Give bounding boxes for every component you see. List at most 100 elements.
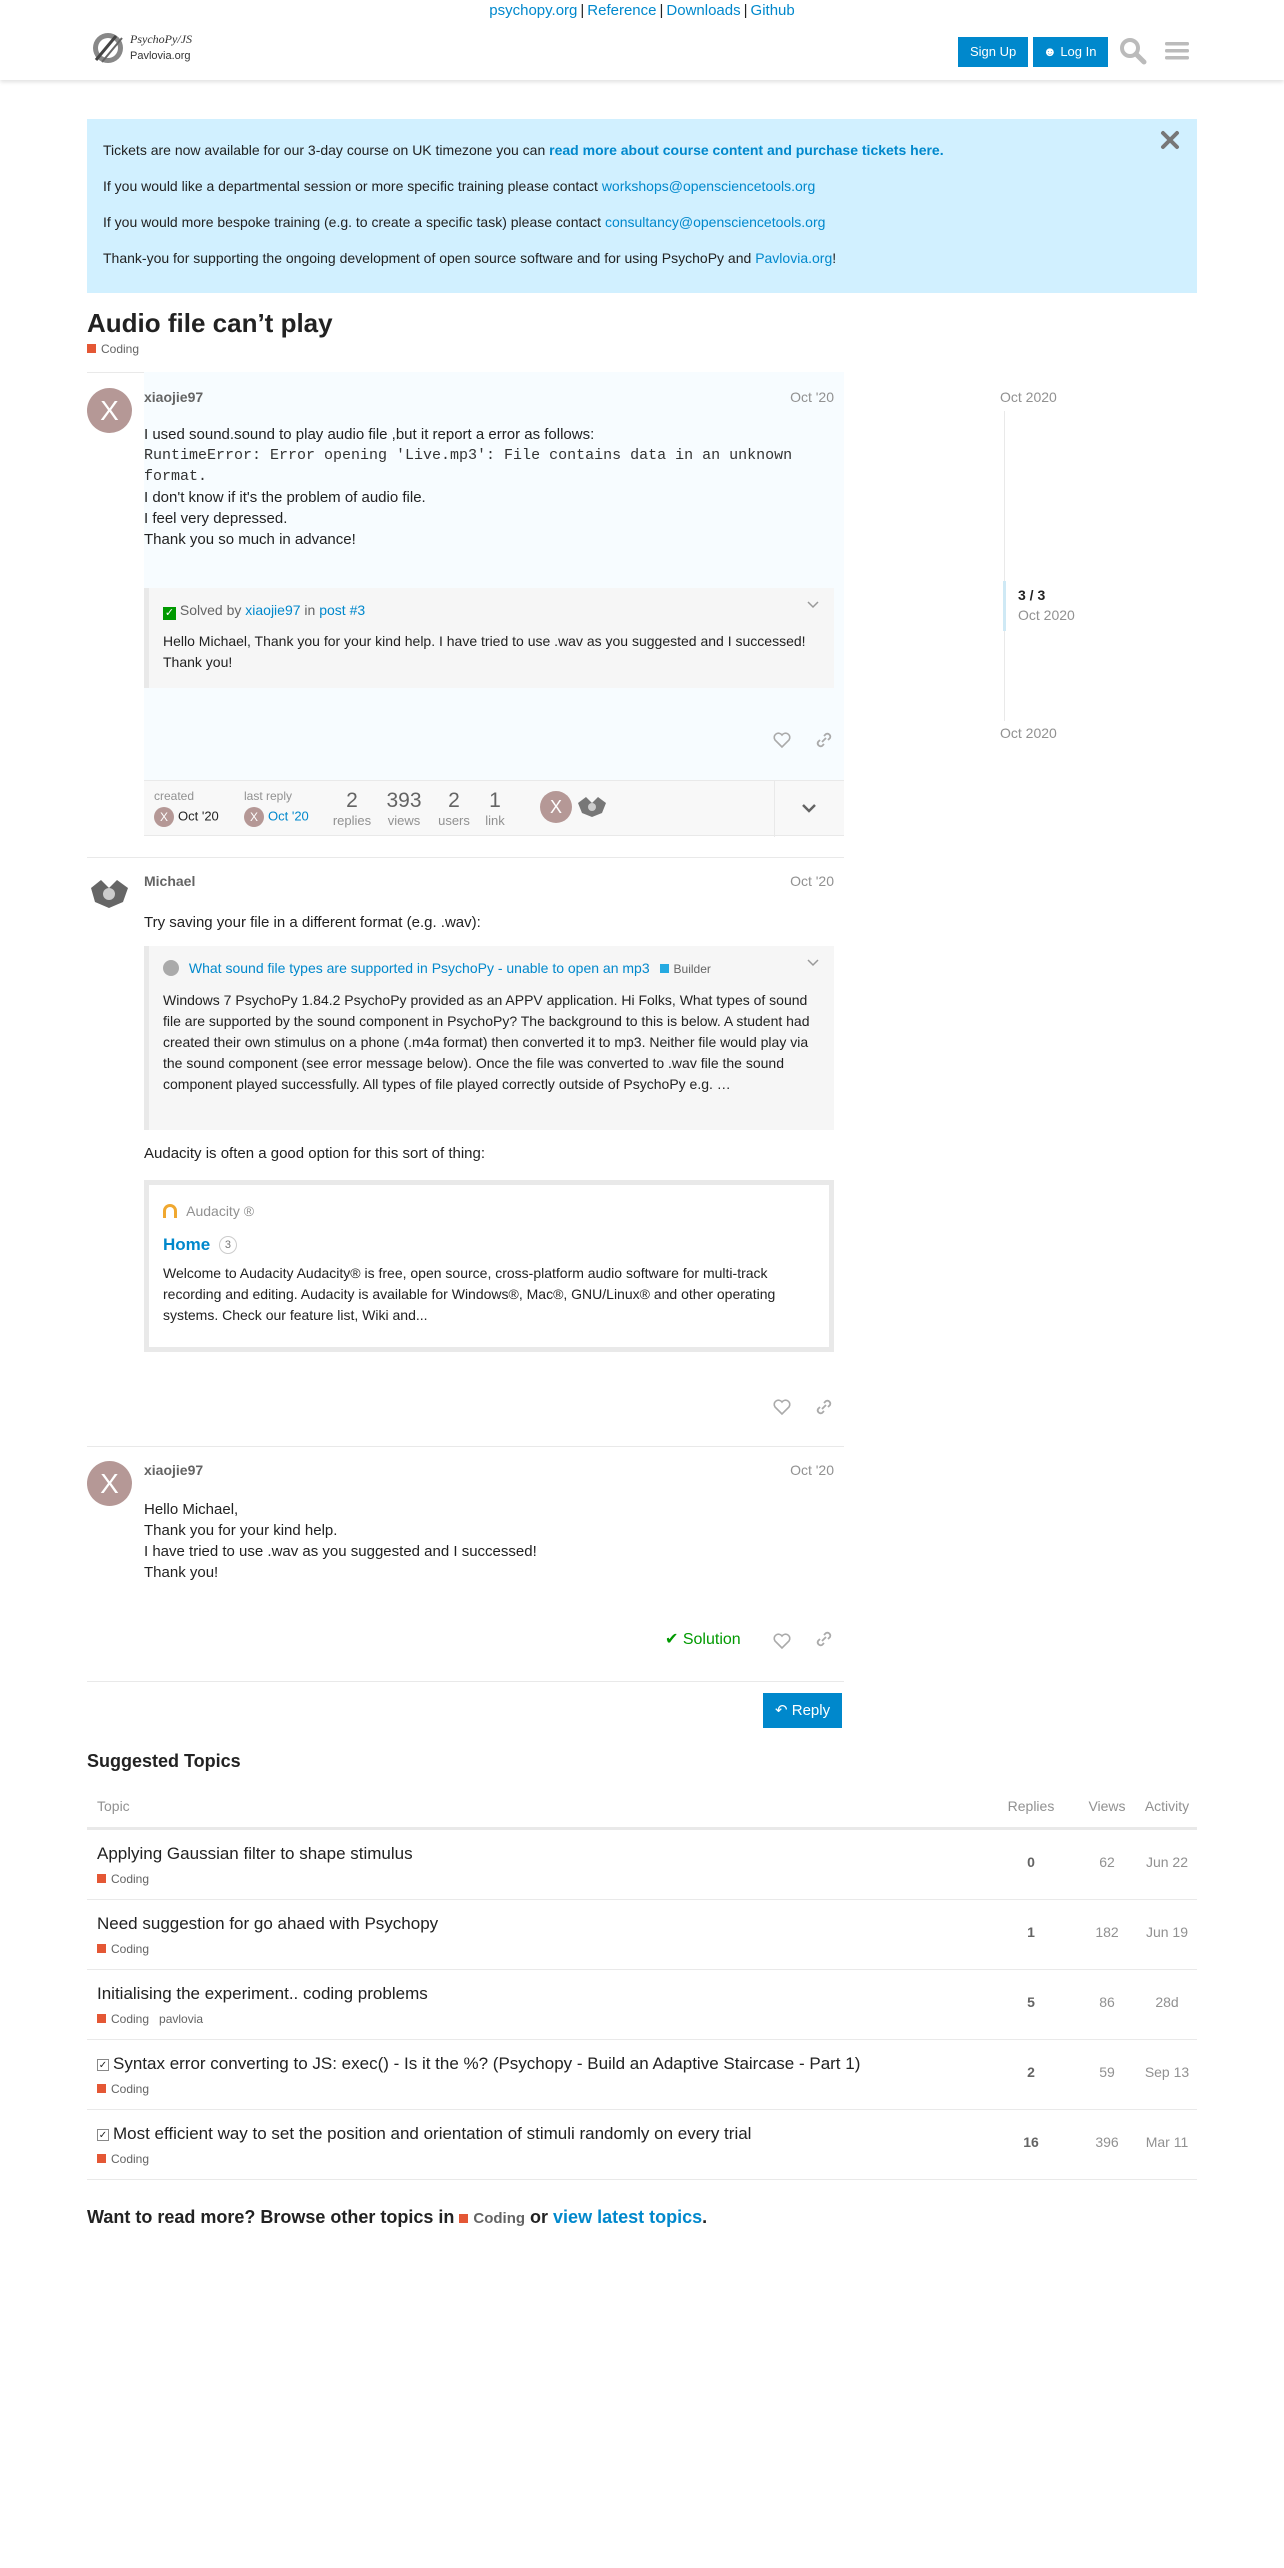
pavlovia-link[interactable]: Pavlovia.org [755,250,832,266]
table-row[interactable]: Need suggestion for go ahaed with Psycho… [87,1900,1197,1970]
login-button[interactable]: ☻ Log In [1033,37,1109,67]
column-activity[interactable]: Activity [1132,1798,1202,1814]
logo-icon [93,33,123,63]
topic-category-badge[interactable]: Coding [97,2082,149,2096]
solution-button[interactable]: ✔ Solution [665,1629,741,1649]
topic-link[interactable]: ✓ Most efficient way to set the position … [97,2124,751,2144]
post-1: X xiaojie97 Oct '20 I used sound.sound t… [87,372,844,848]
share-link-icon[interactable] [814,730,834,750]
category-color-swatch [459,2214,469,2223]
footer-category-link[interactable]: Coding [459,2210,525,2227]
activity-cell[interactable]: Mar 11 [1132,2134,1202,2150]
poster-username[interactable]: xiaojie97 [144,1462,203,1478]
column-replies[interactable]: Replies [1001,1798,1061,1814]
search-icon[interactable] [1118,36,1148,66]
like-heart-icon[interactable] [772,730,792,750]
topic-category-badge[interactable]: Coding [97,1872,149,1886]
replies-count: 2 replies [332,789,372,828]
table-row[interactable]: Applying Gaussian filter to shape stimul… [87,1830,1197,1900]
post-2: Michael Oct '20 Try saving your file in … [87,872,844,1432]
quote-text: Windows 7 PsychoPy 1.84.2 PsychoPy provi… [163,992,810,1092]
reply-button[interactable]: ↶ Reply [763,1693,843,1728]
workshops-email-link[interactable]: workshops@opensciencetools.org [602,178,815,194]
timeline-end-date[interactable]: Oct 2020 [1000,725,1057,741]
onebox-source[interactable]: Audacity ® [163,1201,815,1222]
topic-timeline: Oct 2020 3 / 3 Oct 2020 Oct 2020 [1000,385,1120,741]
poster-username[interactable]: Michael [144,873,195,889]
topic-tag[interactable]: pavlovia [159,2012,203,2026]
solved-by-user-link[interactable]: xiaojie97 [245,602,300,618]
consultancy-email-link[interactable]: consultancy@opensciencetools.org [605,214,825,230]
avatar[interactable] [87,872,132,917]
user-icon: ☻ [1043,44,1057,59]
timeline-handle[interactable] [1003,581,1006,631]
table-row[interactable]: ✓ Most efficient way to set the position … [87,2110,1197,2180]
user-avatar-icon [163,960,179,976]
avatar[interactable]: X [154,807,174,827]
link-downloads[interactable]: Downloads [666,2,740,19]
participant-avatar-michael[interactable] [576,793,608,821]
error-code-line: format. [144,468,208,485]
announcement-banner: Tickets are now available for our 3-day … [87,119,1197,293]
topic-category-badge[interactable]: Coding [97,2152,149,2166]
solved-post-link[interactable]: post #3 [319,602,365,618]
signup-button[interactable]: Sign Up [958,37,1029,67]
post-date[interactable]: Oct '20 [790,873,834,889]
activity-cell[interactable]: Sep 13 [1132,2064,1202,2080]
category-color-swatch [659,964,669,973]
share-link-icon[interactable] [814,1397,834,1417]
topic-meta: Coding [97,1940,149,1957]
replies-cell: 0 [1027,1854,1035,1870]
topic-category-badge[interactable]: Coding [97,1942,149,1956]
category-color-swatch [97,1874,106,1883]
link-psychopy[interactable]: psychopy.org [489,2,577,19]
expand-chevron-icon[interactable] [800,799,818,817]
course-tickets-link[interactable]: read more about course content and purch… [549,142,943,158]
post-date[interactable]: Oct '20 [790,389,834,405]
column-views[interactable]: Views [1077,1798,1137,1814]
topic-link[interactable]: Initialising the experiment.. coding pro… [97,1984,428,2004]
post-body: Hello Michael, Thank you for your kind h… [144,1499,834,1583]
timeline-track[interactable] [1004,411,1005,721]
link-reference[interactable]: Reference [587,2,656,19]
table-row[interactable]: ✓ Syntax error converting to JS: exec() -… [87,2040,1197,2110]
topic-link[interactable]: Applying Gaussian filter to shape stimul… [97,1844,413,1864]
poster-username[interactable]: xiaojie97 [144,389,203,405]
activity-cell[interactable]: Jun 22 [1132,1854,1202,1870]
table-body: Applying Gaussian filter to shape stimul… [87,1830,1197,2180]
onebox-title-link[interactable]: Home [163,1235,210,1254]
category-color-swatch [97,2154,106,2163]
quote-category-badge[interactable]: Builder [659,959,711,980]
divider [87,1681,844,1682]
chevron-down-icon[interactable] [806,600,820,610]
solved-checkbox-icon: ✓ [97,2059,109,2071]
chevron-down-icon[interactable] [806,958,820,968]
views-count: 393 views [386,789,422,828]
share-link-icon[interactable] [814,1629,834,1649]
table-row[interactable]: Initialising the experiment.. coding pro… [87,1970,1197,2040]
hamburger-menu-icon[interactable] [1162,36,1192,66]
activity-cell[interactable]: 28d [1132,1994,1202,2010]
post-date[interactable]: Oct '20 [790,1462,834,1478]
topic-category-badge[interactable]: Coding [97,2012,149,2026]
like-heart-icon[interactable] [772,1397,792,1417]
avatar[interactable]: X [87,1461,132,1506]
site-logo[interactable]: PsychoPy/JS Pavlovia.org [88,30,198,70]
avatar[interactable]: X [244,807,264,827]
topic-link[interactable]: Need suggestion for go ahaed with Psycho… [97,1914,438,1934]
replies-cell: 16 [1023,2134,1039,2150]
topic-title[interactable]: Audio file can’t play [87,308,333,339]
timeline-start-date[interactable]: Oct 2020 [1000,389,1057,405]
topic-link[interactable]: ✓ Syntax error converting to JS: exec() -… [97,2054,860,2074]
like-heart-icon[interactable] [772,1631,792,1651]
close-icon[interactable] [1159,129,1181,151]
participant-avatar[interactable]: X [540,791,572,823]
last-reply-info[interactable]: last reply X Oct '20 [244,789,309,827]
link-github[interactable]: Github [751,2,795,19]
topic-category-badge[interactable]: Coding [87,342,139,356]
view-latest-topics-link[interactable]: view latest topics [553,2207,702,2227]
avatar[interactable]: X [87,388,132,433]
solved-checkbox-icon: ✓ [97,2129,109,2141]
activity-cell[interactable]: Jun 19 [1132,1924,1202,1940]
linked-topic-link[interactable]: What sound file types are supported in P… [189,960,650,976]
